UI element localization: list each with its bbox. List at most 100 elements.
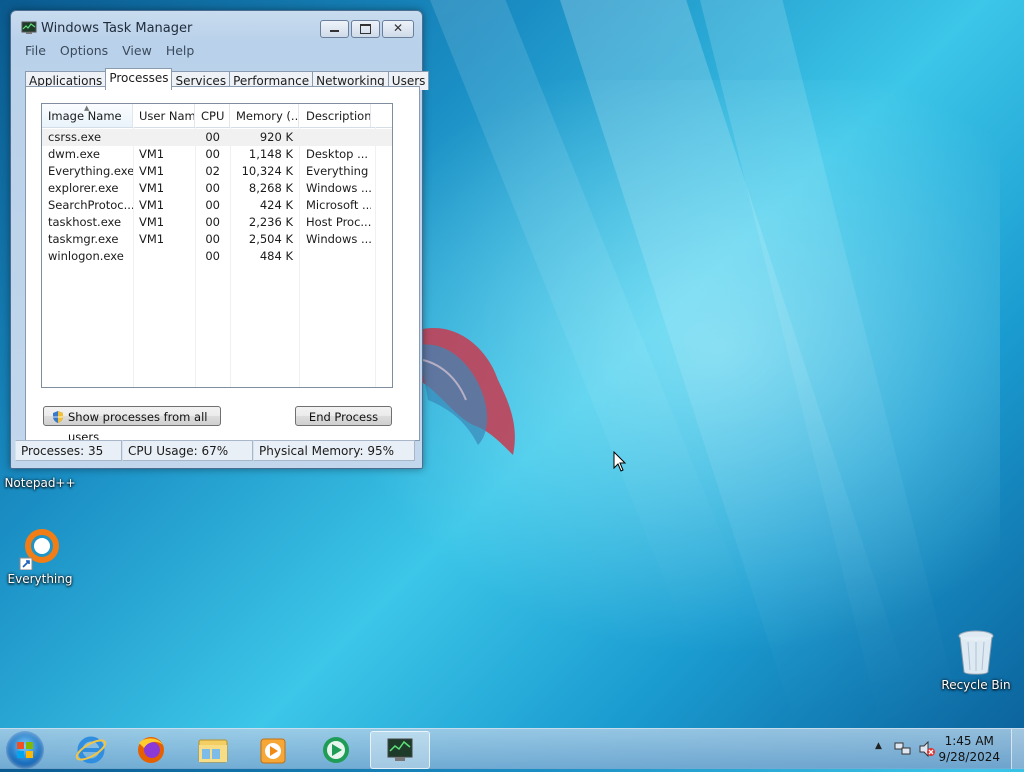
cell-desc: Everything — [306, 164, 369, 178]
cell-mem: 10,324 K — [241, 164, 293, 178]
cell-desc — [299, 129, 371, 146]
desktop-icon-everything[interactable]: Everything — [0, 526, 80, 586]
cell-cpu: 00 — [205, 198, 220, 212]
end-process-button[interactable]: End Process — [295, 406, 392, 426]
recycle-bin-icon — [958, 630, 994, 675]
cell-desc: Desktop ... — [306, 147, 369, 161]
column-header-description[interactable]: Description — [299, 104, 371, 127]
cell-cpu: 00 — [205, 215, 220, 229]
show-all-users-button[interactable]: Show processes from all users — [43, 406, 221, 444]
column-header-cpu[interactable]: CPU — [195, 104, 230, 127]
clock-date: 9/28/2024 — [938, 750, 1000, 764]
media-center-icon — [323, 737, 349, 763]
status-physical-memory: Physical Memory: 95% — [253, 440, 415, 461]
cell-mem: 2,236 K — [248, 215, 293, 229]
taskbar-firefox[interactable] — [122, 731, 180, 767]
cell-cpu: 00 — [205, 147, 220, 161]
network-icon[interactable] — [894, 741, 912, 757]
table-row[interactable]: explorer.exe VM1 00 8,268 K Windows ... — [42, 180, 392, 197]
desktop-icon-notepad-plus-plus[interactable]: Notepad++ — [0, 474, 80, 490]
cell-mem: 484 K — [259, 249, 293, 263]
tab-strip: Applications Processes Services Performa… — [25, 68, 430, 90]
table-row[interactable]: taskmgr.exe VM1 00 2,504 K Windows ... — [42, 231, 392, 248]
cell-image: dwm.exe — [48, 147, 100, 161]
cell-user: VM1 — [139, 215, 165, 229]
taskbar-task-manager[interactable] — [370, 731, 430, 769]
mouse-cursor-icon — [613, 451, 627, 472]
menu-help[interactable]: Help — [166, 43, 195, 58]
column-header-row: ▲ Image Name User Name CPU Memory (... D… — [42, 104, 392, 128]
cell-image: winlogon.exe — [48, 249, 124, 263]
table-row[interactable]: csrss.exe 00 920 K — [42, 129, 392, 146]
cell-user: VM1 — [139, 164, 165, 178]
cell-desc: Microsoft ... — [306, 198, 371, 212]
task-manager-icon — [21, 21, 37, 34]
cell-mem: 920 K — [259, 130, 293, 144]
menu-file[interactable]: File — [25, 43, 46, 58]
column-header-memory[interactable]: Memory (... — [230, 104, 299, 127]
process-list[interactable]: ▲ Image Name User Name CPU Memory (... D… — [41, 103, 393, 388]
start-button[interactable] — [6, 731, 44, 769]
cell-user — [133, 248, 195, 265]
task-manager-icon — [387, 738, 413, 761]
cell-image: Everything.exe — [48, 164, 133, 178]
cell-image: explorer.exe — [48, 181, 119, 195]
table-row[interactable]: Everything.exe VM1 02 10,324 K Everything — [42, 163, 392, 180]
close-button[interactable]: ✕ — [382, 20, 414, 38]
cell-desc: Windows ... — [306, 232, 371, 246]
cell-mem: 2,504 K — [248, 232, 293, 246]
taskbar-internet-explorer[interactable] — [62, 731, 120, 767]
close-icon: ✕ — [393, 21, 404, 35]
taskbar-file-explorer[interactable] — [184, 731, 242, 767]
cell-image: SearchProtoc... — [48, 198, 133, 212]
cell-user: VM1 — [139, 232, 165, 246]
volume-muted-icon[interactable] — [918, 741, 936, 757]
window-title: Windows Task Manager — [41, 21, 193, 36]
table-row[interactable]: dwm.exe VM1 00 1,148 K Desktop ... — [42, 146, 392, 163]
title-bar[interactable]: Windows Task Manager ✕ — [11, 11, 422, 39]
processes-panel: ▲ Image Name User Name CPU Memory (... D… — [25, 86, 420, 444]
betta-fish-wallpaper — [418, 328, 515, 455]
column-header-user-name[interactable]: User Name — [133, 104, 195, 127]
desktop-icon-label: Everything — [7, 572, 73, 586]
file-explorer-icon — [198, 739, 228, 763]
cell-mem: 424 K — [259, 198, 293, 212]
taskbar-media-center[interactable] — [307, 731, 365, 767]
everything-search-icon — [19, 529, 59, 570]
taskbar-media-player[interactable] — [244, 731, 302, 767]
cell-desc — [299, 248, 371, 265]
column-header-image-name[interactable]: ▲ Image Name — [42, 104, 133, 127]
taskbar: ▲ 1:45 AM 9/28/2024 — [0, 728, 1024, 769]
menu-bar: File Options View Help — [25, 43, 194, 58]
show-desktop-button[interactable] — [1011, 729, 1024, 769]
maximize-button[interactable] — [351, 20, 380, 38]
table-row[interactable]: taskhost.exe VM1 00 2,236 K Host Proc... — [42, 214, 392, 231]
cell-mem: 1,148 K — [248, 147, 293, 161]
menu-view[interactable]: View — [122, 43, 152, 58]
desktop-icon-label: Notepad++ — [4, 476, 76, 490]
shield-icon — [53, 411, 63, 423]
table-row[interactable]: winlogon.exe 00 484 K — [42, 248, 392, 265]
status-bar: Processes: 35 CPU Usage: 67% Physical Me… — [15, 440, 415, 463]
menu-options[interactable]: Options — [60, 43, 108, 58]
sort-ascending-icon: ▲ — [84, 104, 90, 112]
cell-cpu: 00 — [205, 130, 220, 144]
cell-desc: Host Proc... — [306, 215, 371, 229]
cell-image: taskhost.exe — [48, 215, 122, 229]
show-hidden-icons-icon[interactable]: ▲ — [875, 741, 882, 751]
minimize-button[interactable] — [320, 20, 349, 38]
cell-desc: Windows ... — [306, 181, 371, 195]
end-process-label: End Process — [308, 410, 379, 424]
clock[interactable]: 1:45 AM 9/28/2024 — [938, 733, 1000, 765]
process-rows: csrss.exe 00 920 K dwm.exe VM1 00 1,148 K Deskt… — [42, 129, 392, 265]
desktop-icon-recycle-bin[interactable]: Recycle Bin — [936, 630, 1016, 692]
cell-mem: 8,268 K — [248, 181, 293, 195]
cell-user: VM1 — [139, 147, 165, 161]
cell-cpu: 02 — [205, 164, 220, 178]
cell-cpu: 00 — [205, 232, 220, 246]
tab-processes[interactable]: Processes — [105, 68, 173, 90]
cell-cpu: 00 — [205, 181, 220, 195]
table-row[interactable]: SearchProtoc... VM1 00 424 K Microsoft ... — [42, 197, 392, 214]
cell-image: taskmgr.exe — [48, 232, 119, 246]
system-tray: ▲ 1:45 AM 9/28/2024 — [864, 729, 1024, 769]
